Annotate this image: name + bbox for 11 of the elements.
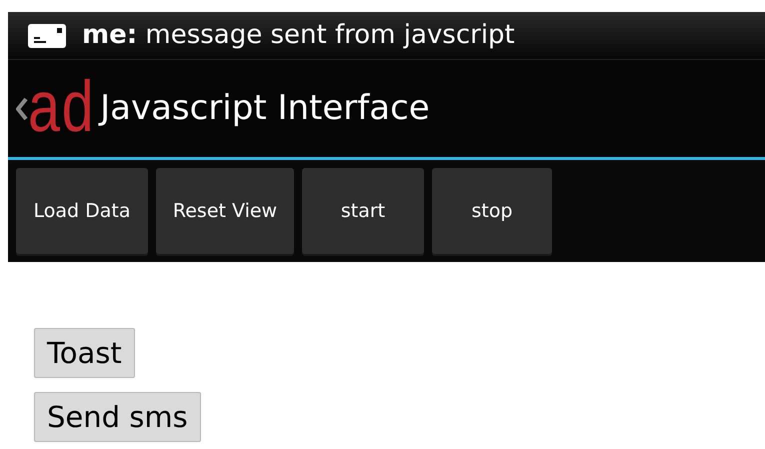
- back-caret-icon: [16, 98, 28, 120]
- web-button[interactable]: Send sms: [34, 392, 201, 442]
- toolbar-button[interactable]: start: [302, 168, 424, 254]
- toolbar-button[interactable]: stop: [432, 168, 552, 254]
- app-logo: ad: [28, 70, 96, 146]
- notification-text: me: message sent from javscript: [82, 19, 515, 52]
- app-title: Javascript Interface: [100, 87, 430, 130]
- message-icon: [28, 24, 66, 48]
- web-button[interactable]: Toast: [34, 328, 135, 378]
- toolbar-button[interactable]: Reset View: [156, 168, 294, 254]
- toolbar-button[interactable]: Load Data: [16, 168, 148, 254]
